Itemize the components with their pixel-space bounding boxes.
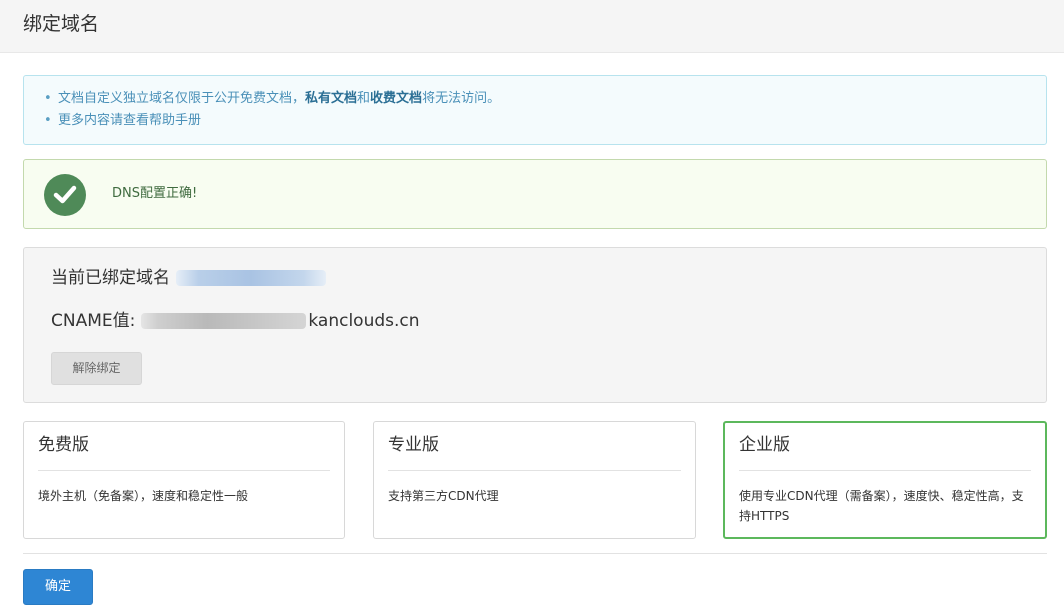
plan-title: 免费版: [38, 435, 89, 455]
plan-title: 企业版: [739, 435, 790, 455]
plan-description: 境外主机（免备案），速度和稳定性一般: [38, 489, 249, 503]
plan-card-enterprise[interactable]: 企业版 使用专业CDN代理（需备案），速度快、稳定性高，支持HTTPS: [723, 421, 1047, 539]
bound-domain-panel: 当前已绑定域名 CNAME值: kanclouds.cn 解除绑定: [23, 247, 1047, 403]
plan-description: 使用专业CDN代理（需备案），速度快、稳定性高，支持HTTPS: [739, 489, 1024, 523]
plan-card-free[interactable]: 免费版 境外主机（免备案），速度和稳定性一般: [23, 421, 345, 539]
divider: [388, 470, 681, 471]
cname-row: CNAME值: kanclouds.cn: [51, 310, 420, 332]
page-title: 绑定域名: [23, 13, 100, 35]
plan-title: 专业版: [388, 435, 439, 455]
page-header: 绑定域名: [0, 0, 1064, 53]
bound-domain-label: 当前已绑定域名: [51, 268, 170, 288]
dns-status-alert: DNS配置正确!: [23, 159, 1047, 229]
notice-list: 文档自定义独立域名仅限于公开免费文档，私有文档和收费文档将无法访问。 更多内容请…: [44, 88, 500, 132]
bound-domain-row: 当前已绑定域名: [51, 267, 326, 289]
paid-docs-text: 收费文档: [370, 91, 423, 106]
private-docs-text: 私有文档: [305, 91, 358, 106]
divider: [38, 470, 330, 471]
info-notice: 文档自定义独立域名仅限于公开免费文档，私有文档和收费文档将无法访问。 更多内容请…: [23, 75, 1047, 145]
help-manual-link[interactable]: 更多内容请查看帮助手册: [58, 113, 201, 128]
plan-description: 支持第三方CDN代理: [388, 489, 499, 503]
check-circle-icon: [44, 174, 86, 216]
redacted-domain: [176, 270, 326, 286]
cname-suffix: kanclouds.cn: [308, 311, 420, 331]
redacted-cname: [141, 313, 307, 329]
confirm-button[interactable]: 确定: [23, 569, 93, 605]
unbind-button[interactable]: 解除绑定: [51, 352, 142, 385]
plan-card-pro[interactable]: 专业版 支持第三方CDN代理: [373, 421, 696, 539]
cname-label: CNAME值:: [51, 311, 136, 331]
footer-divider: [23, 553, 1047, 554]
divider: [739, 470, 1031, 471]
dns-status-text: DNS配置正确!: [112, 186, 198, 201]
notice-item-private-docs: 文档自定义独立域名仅限于公开免费文档，私有文档和收费文档将无法访问。: [44, 88, 500, 110]
notice-item-help-link[interactable]: 更多内容请查看帮助手册: [44, 110, 500, 132]
